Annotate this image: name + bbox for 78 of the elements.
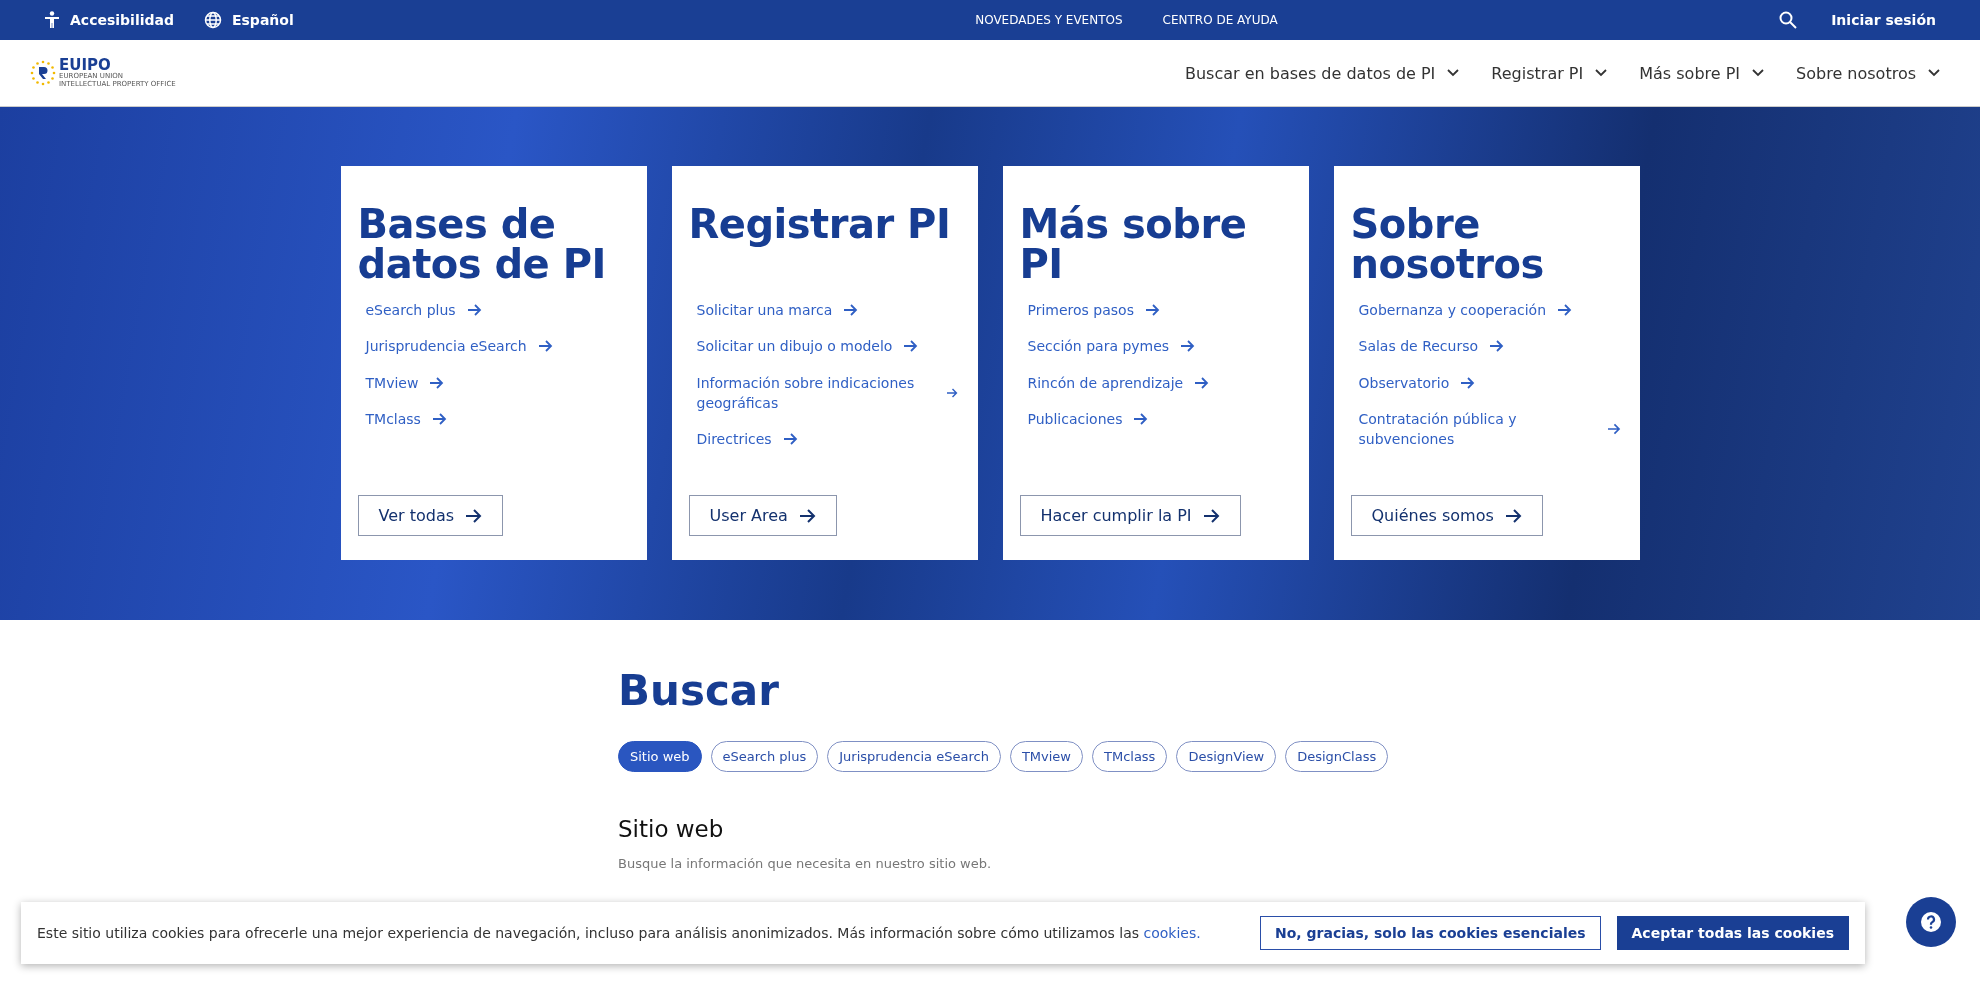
description-text: Busque la información que necesita en nuestro sitio web. [618, 856, 993, 871]
card-link[interactable]: Rincón de aprendizaje [1027, 372, 1210, 393]
decline-button[interactable]: No, gracias, solo las cookies esenciales [1260, 916, 1601, 950]
top-bar-link[interactable]: Español [203, 11, 294, 29]
cookies-link[interactable]: cookies. [1143, 925, 1201, 941]
card-button[interactable]: Hacer cumplir la PI [1019, 495, 1241, 536]
arrow-right-icon [430, 376, 445, 389]
arrow-right-icon [904, 340, 919, 353]
arrow-right-icon [1607, 423, 1621, 436]
nav-menu-item[interactable]: Registrar PI [1491, 63, 1608, 83]
arrow-right-icon [1461, 376, 1476, 389]
search-scope-tab[interactable]: Sitio web [618, 741, 702, 772]
cookie-notice-text: Este sitio utiliza cookies para ofrecerle una mejor experiencia de navegación, incluso para análisis anonimizados. Más información sobre cómo utilizamos las cookies. [37, 925, 1202, 941]
search-scope-tab[interactable]: Jurisprudencia eSearch [827, 741, 1001, 772]
card-button[interactable]: User Area [688, 495, 837, 536]
chevron-down-icon [1928, 69, 1940, 77]
card-link[interactable]: Solicitar una marca [696, 300, 859, 321]
arrow-right-icon [1490, 340, 1505, 353]
search-scope-tab[interactable]: DesignClass [1285, 741, 1389, 772]
logo-icon[interactable] [30, 60, 56, 86]
arrow-right-icon [799, 508, 816, 523]
card-link[interactable]: Directrices [696, 429, 798, 450]
section-title: Buscar [618, 666, 780, 715]
arrow-right-icon [844, 304, 859, 317]
accept-button[interactable]: Aceptar todas las cookies [1616, 916, 1849, 950]
card-link[interactable]: eSearch plus [365, 300, 482, 321]
card-link[interactable]: Primeros pasos [1027, 300, 1160, 321]
card-link[interactable]: Solicitar un dibujo o modelo [696, 336, 919, 357]
card-title: Sobre nosotros [1350, 204, 1545, 286]
question-mark-icon [1920, 911, 1942, 933]
card-button[interactable]: Quiénes somos [1350, 495, 1543, 536]
card-title: Registrar PI [688, 204, 952, 249]
login-link[interactable]: Iniciar sesión [1831, 12, 1936, 28]
logo-wordmark[interactable]: EUIPO [59, 57, 176, 73]
card-link[interactable]: TMclass [365, 408, 447, 430]
arrow-right-icon [1558, 304, 1573, 317]
arrow-right-icon [1146, 304, 1160, 317]
arrow-right-icon [1195, 376, 1210, 389]
card-link[interactable]: Sección para pymes [1027, 336, 1196, 357]
help-button[interactable] [1906, 897, 1956, 947]
search-scope-tab[interactable]: eSearch plus [710, 741, 819, 772]
card-title: Bases de datos de PI [357, 204, 607, 286]
chevron-down-icon [1752, 69, 1765, 77]
chevron-down-icon [1447, 69, 1460, 77]
card-link[interactable]: TMview [365, 372, 445, 393]
card-link[interactable]: Contratación pública y subvenciones [1358, 408, 1621, 450]
top-bar-link[interactable]: CENTRO DE AYUDA [1162, 13, 1278, 27]
arrow-right-icon [1134, 413, 1149, 426]
card-link[interactable]: Gobernanza y cooperación [1358, 300, 1573, 321]
chevron-down-icon [1595, 69, 1608, 77]
top-bar-link[interactable]: Accesibilidad [44, 11, 174, 29]
top-bar-link[interactable]: NOVEDADES Y EVENTOS [975, 13, 1123, 27]
arrow-right-icon [947, 386, 959, 399]
card-link[interactable]: Observatorio [1358, 372, 1476, 393]
subsection-heading: Sitio web [618, 816, 725, 842]
arrow-right-icon [1181, 340, 1196, 353]
card-link[interactable]: Información sobre indicaciones geográficas [696, 372, 959, 414]
search-scope-tab[interactable]: TMclass [1091, 741, 1168, 772]
nav-menu-item[interactable]: Sobre nosotros [1796, 63, 1940, 83]
arrow-right-icon [467, 304, 482, 317]
arrow-right-icon [1505, 508, 1522, 523]
arrow-right-icon [1203, 508, 1220, 523]
arrow-right-icon [538, 340, 553, 353]
card-link[interactable]: Salas de Recurso [1358, 336, 1505, 357]
arrow-right-icon [466, 508, 483, 523]
nav-menu-item[interactable]: Más sobre PI [1639, 63, 1765, 83]
search-scope-tab[interactable]: TMview [1009, 741, 1083, 772]
card-title: Más sobre PI [1019, 204, 1248, 286]
search-scope-tab[interactable]: DesignView [1176, 741, 1277, 772]
card-button[interactable]: Ver todas [357, 495, 504, 536]
search-icon[interactable] [1779, 11, 1798, 29]
globe-icon [203, 11, 222, 29]
card-link[interactable]: Jurisprudencia eSearch [365, 336, 553, 357]
nav-menu-item[interactable]: Buscar en bases de datos de PI [1185, 63, 1460, 83]
person-icon [44, 11, 60, 29]
card-link[interactable]: Publicaciones [1027, 408, 1149, 430]
arrow-right-icon [783, 433, 798, 446]
arrow-right-icon [432, 413, 447, 426]
